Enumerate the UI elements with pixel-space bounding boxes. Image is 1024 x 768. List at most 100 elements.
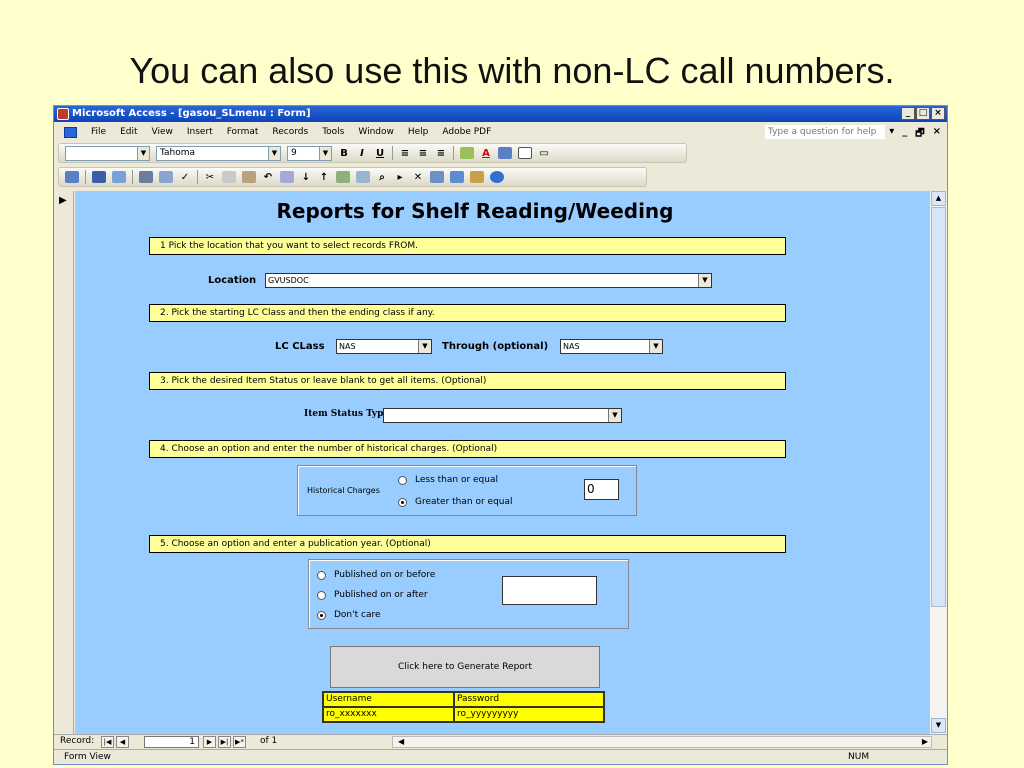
menu-view[interactable]: View [152,127,173,137]
doc-restore-button[interactable]: 🗗 [915,126,924,143]
menu-file[interactable]: File [91,127,106,137]
status-num-lock: NUM [848,752,870,762]
radio-dont-care-label: Don't care [334,610,381,620]
form-icon[interactable] [64,126,77,138]
new-object-icon[interactable] [470,171,484,183]
radio-button-icon[interactable] [317,570,326,580]
print-icon[interactable] [139,171,153,183]
current-record-input[interactable]: 1 [144,736,199,748]
scroll-right-icon[interactable]: ▶ [922,737,928,746]
italic-button[interactable]: I [356,148,368,159]
record-selector[interactable]: ▶ [54,191,74,734]
align-left-icon[interactable]: ≡ [399,148,411,159]
minimize-button[interactable]: _ [901,107,915,120]
previous-record-icon[interactable]: ◀ [116,736,129,748]
chevron-down-icon[interactable]: ▼ [608,409,621,422]
undo-icon[interactable]: ↶ [262,172,274,183]
radio-published-after[interactable]: Published on or after [317,590,428,600]
scroll-thumb[interactable] [931,207,946,607]
underline-button[interactable]: U [374,148,386,159]
doc-close-button[interactable]: × [933,126,941,143]
radio-button-icon[interactable] [398,475,407,485]
menu-window[interactable]: Window [358,127,394,137]
close-button[interactable]: × [931,107,945,120]
apply-filter-icon[interactable] [356,171,370,183]
last-record-icon[interactable]: ▶| [218,736,231,748]
insert-hyperlink-icon[interactable] [280,171,294,183]
database-window-icon[interactable] [450,171,464,183]
chevron-down-icon[interactable]: ▼ [649,340,662,353]
menu-tools[interactable]: Tools [322,127,344,137]
print-preview-icon[interactable] [159,171,173,183]
properties-icon[interactable] [430,171,444,183]
align-right-icon[interactable]: ≡ [435,148,447,159]
menu-edit[interactable]: Edit [120,127,137,137]
generate-report-button[interactable]: Click here to Generate Report [330,646,600,688]
chevron-down-icon[interactable]: ▼ [137,146,149,160]
doc-minimize-button[interactable]: _ [902,126,907,143]
through-combo[interactable]: NAS ▼ [560,339,663,354]
menu-format[interactable]: Format [227,127,259,137]
current-record-arrow-icon: ▶ [59,195,67,206]
new-record-nav-icon[interactable]: ▶* [233,736,246,748]
radio-dont-care[interactable]: Don't care [317,610,381,620]
radio-less-than-or-equal[interactable]: Less than or equal [398,475,498,485]
line-width-icon[interactable]: ▭ [538,148,550,159]
historical-charges-input[interactable]: 0 [584,479,619,500]
item-status-combo[interactable]: ▼ [383,408,622,423]
cut-icon[interactable]: ✂ [204,172,216,183]
font-combo[interactable]: Tahoma ▼ [156,145,281,161]
font-size-combo[interactable]: 9 ▼ [287,145,332,161]
location-combo[interactable]: GVUSDOC ▼ [265,273,712,288]
font-color-icon[interactable]: A [480,148,492,159]
paste-icon[interactable] [242,171,256,183]
object-combo[interactable]: ▼ [65,145,150,161]
scroll-down-icon[interactable]: ▼ [931,718,946,733]
help-dropdown-icon[interactable]: ▾ [889,126,894,143]
first-record-icon[interactable]: |◀ [101,736,114,748]
menu-records[interactable]: Records [272,127,308,137]
chevron-down-icon[interactable]: ▼ [319,146,331,160]
help-icon[interactable] [490,171,504,183]
radio-button-selected-icon[interactable] [398,497,407,507]
save-icon[interactable] [92,171,106,183]
radio-button-icon[interactable] [317,590,326,600]
filter-icon[interactable] [336,171,350,183]
location-label: Location [208,275,257,286]
file-search-icon[interactable] [112,171,126,183]
menu-help[interactable]: Help [408,127,429,137]
radio-button-selected-icon[interactable] [317,610,326,620]
spelling-icon[interactable]: ✓ [179,172,191,183]
sort-ascending-icon[interactable]: ↓ [300,172,312,183]
help-search-input[interactable]: Type a question for help [765,125,885,139]
maximize-button[interactable]: □ [916,107,930,120]
border-style-icon[interactable] [518,147,532,159]
fill-color-icon[interactable] [460,147,474,159]
copy-icon[interactable] [222,171,236,183]
chevron-down-icon[interactable]: ▼ [418,340,431,353]
new-record-icon[interactable]: ▸ [394,172,406,183]
delete-record-icon[interactable]: ✕ [412,172,424,183]
view-icon[interactable] [65,171,79,183]
line-color-icon[interactable] [498,147,512,159]
font-combo-value: Tahoma [160,147,196,158]
chevron-down-icon[interactable]: ▼ [698,274,711,287]
align-center-icon[interactable]: ≡ [417,148,429,159]
chevron-down-icon[interactable]: ▼ [268,146,280,160]
sort-descending-icon[interactable]: ↑ [318,172,330,183]
menu-adobe-pdf[interactable]: Adobe PDF [442,127,491,137]
find-icon[interactable]: ⌕ [376,172,388,183]
scroll-left-icon[interactable]: ◀ [398,737,404,746]
window-titlebar[interactable]: Microsoft Access - [gasou_SLmenu : Form]… [54,106,947,122]
vertical-scrollbar[interactable]: ▲ ▼ [930,191,947,734]
horizontal-scrollbar[interactable]: ◀ ▶ [392,736,932,748]
menu-insert[interactable]: Insert [187,127,213,137]
location-value: GVUSDOC [268,276,309,285]
next-record-icon[interactable]: ▶ [203,736,216,748]
publication-year-input[interactable] [502,576,597,605]
radio-greater-than-or-equal[interactable]: Greater than or equal [398,497,513,507]
bold-button[interactable]: B [338,148,350,159]
scroll-up-icon[interactable]: ▲ [931,191,946,206]
lc-class-combo[interactable]: NAS ▼ [336,339,432,354]
radio-published-before[interactable]: Published on or before [317,570,435,580]
